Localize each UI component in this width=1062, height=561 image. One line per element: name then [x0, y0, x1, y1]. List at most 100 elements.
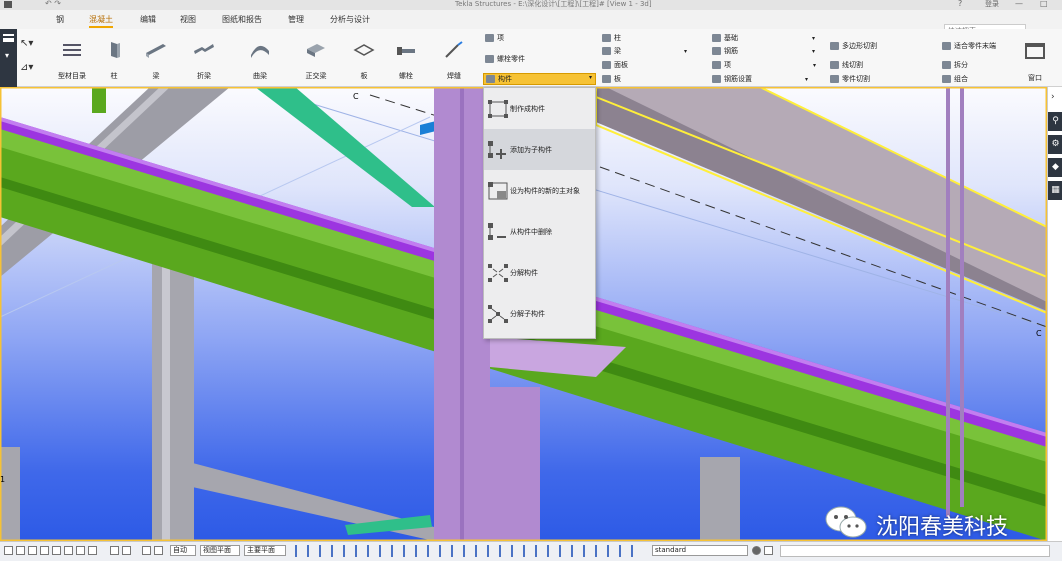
explode-subassembly-icon: [488, 305, 508, 323]
tab-concrete[interactable]: 混凝土: [89, 14, 113, 28]
ribbon-item-fit-part-end[interactable]: 适合零件末端: [942, 41, 996, 52]
polybeam-button[interactable]: 折梁: [184, 29, 224, 87]
tab-analysis-design[interactable]: 分析与设计: [330, 14, 370, 25]
menu-item-remove-from-assembly[interactable]: 从构件中删除: [484, 211, 595, 252]
assembly-dropdown-menu: 制作成构件 添加为子构件 设为构件的新的主对象 从构件中删除 分解构件 分解子构…: [483, 87, 596, 339]
ribbon-item-polygon-cut[interactable]: 多边形切割: [830, 41, 877, 52]
assembly-dropdown-button[interactable]: 构件 ▾: [483, 73, 596, 85]
record-icon[interactable]: [752, 546, 761, 555]
snap-status-bar: 自动 视图平面 主要平面 standard: [0, 541, 1062, 561]
tab-steel[interactable]: 钢: [56, 14, 64, 25]
tab-view[interactable]: 视图: [180, 14, 196, 25]
rebar-icon: [712, 47, 721, 55]
chevron-down-icon[interactable]: ▾: [5, 51, 9, 60]
profile-catalog-button[interactable]: 型材目录: [52, 29, 92, 87]
ribbon-item-bolt-part[interactable]: 螺栓零件: [485, 54, 525, 65]
applications-icon[interactable]: ▦: [1048, 181, 1062, 200]
profile-catalog-label: 型材目录: [58, 72, 86, 80]
ribbon-item-slab[interactable]: 板: [602, 74, 621, 85]
menu-item-label: 分解构件: [510, 269, 538, 277]
ribbon-item-split[interactable]: 拆分: [942, 60, 968, 71]
snap-toggle-icon[interactable]: [142, 546, 151, 555]
window-label: 窗口: [1028, 74, 1042, 82]
minimize-icon[interactable]: —: [1015, 0, 1023, 8]
ribbon-item-panel[interactable]: 面板: [602, 60, 628, 71]
ribbon-item-combine[interactable]: 组合: [942, 74, 968, 85]
snap-toggle-icon[interactable]: [764, 546, 773, 555]
ribbon-toolbar: 型材目录 柱 梁 折梁 曲梁 正交梁 板 螺栓 焊缝 项 螺栓零件 构件 ▾ 柱…: [0, 29, 1062, 87]
snap-toggle-icon[interactable]: [16, 546, 25, 555]
window-button[interactable]: 窗口: [1018, 33, 1052, 85]
menu-item-make-assembly[interactable]: 制作成构件: [484, 88, 595, 129]
login-button[interactable]: 登录: [985, 0, 999, 9]
profile-select[interactable]: standard: [652, 545, 748, 556]
ribbon-item-rebar-settings[interactable]: 钢筋设置 ▾: [712, 74, 808, 85]
menu-item-explode-assembly[interactable]: 分解构件: [484, 252, 595, 293]
cube-view-icon[interactable]: ◆: [1048, 158, 1062, 177]
tab-edit[interactable]: 编辑: [140, 14, 156, 25]
part-cut-icon: [830, 75, 839, 83]
tab-manage[interactable]: 管理: [288, 14, 304, 25]
hanger-rod: [946, 87, 950, 517]
ribbon-item-footing[interactable]: 基础 ▾: [712, 33, 815, 44]
snap-toggle-icon[interactable]: [88, 546, 97, 555]
chevron-down-icon: ▾: [588, 74, 592, 81]
selection-switch-icons[interactable]: [295, 545, 635, 557]
bolt-button[interactable]: 螺栓: [386, 29, 426, 87]
blue-connection-plate: [420, 121, 436, 135]
menu-item-explode-subassembly[interactable]: 分解子构件: [484, 293, 595, 334]
main-plane-select[interactable]: 主要平面: [244, 545, 286, 556]
ribbon-item-rebar[interactable]: 钢筋 ▾: [712, 46, 815, 57]
ribbon-item-part-cut[interactable]: 零件切割: [830, 74, 870, 85]
plate-button[interactable]: 板: [344, 29, 384, 87]
curved-beam-button[interactable]: 曲梁: [240, 29, 280, 87]
weld-label: 焊缝: [447, 72, 461, 80]
settings-gear-icon[interactable]: ⚙: [1048, 135, 1062, 154]
snap-toggle-icon[interactable]: [52, 546, 61, 555]
ribbon-item-concrete-column[interactable]: 柱: [602, 33, 621, 44]
snap-toggle-icon[interactable]: [76, 546, 85, 555]
ribbon-tabs: 钢 混凝土 编辑 视图 图纸和报告 管理 分析与设计: [0, 10, 1062, 37]
ribbon-item-project[interactable]: 项: [485, 33, 504, 44]
menu-item-add-subassembly[interactable]: 添加为子构件: [484, 129, 595, 170]
select-pointer-icon[interactable]: ↖▾: [20, 38, 33, 49]
menu-item-set-main-object[interactable]: 设为构件的新的主对象: [484, 170, 595, 211]
snap-toggle-icon[interactable]: [4, 546, 13, 555]
assembly-icon: [486, 75, 495, 83]
snap-tool-icon[interactable]: ⊿▾: [20, 62, 33, 73]
snap-toggle-icon[interactable]: [28, 546, 37, 555]
split-icon: [942, 61, 951, 69]
curved-beam-label: 曲梁: [253, 72, 267, 80]
weld-button[interactable]: 焊缝: [434, 29, 474, 87]
combine-icon: [942, 75, 951, 83]
view-plane-select[interactable]: 视图平面: [200, 545, 240, 556]
snap-mode-select[interactable]: 自动: [170, 545, 196, 556]
right-side-panel: › ⚲ ⚙ ◆ ▦: [1047, 87, 1062, 541]
concrete-column-icon: [602, 34, 611, 42]
remove-from-assembly-icon: [488, 223, 506, 240]
beam-button[interactable]: 梁: [136, 29, 176, 87]
help-icon[interactable]: ?: [958, 0, 962, 8]
snap-toggle-icon[interactable]: [122, 546, 131, 555]
column-label: 柱: [110, 72, 118, 80]
snap-toggle-icon[interactable]: [40, 546, 49, 555]
orthogonal-beam-button[interactable]: 正交梁: [296, 29, 336, 87]
property-panel-icon[interactable]: ⚲: [1048, 112, 1062, 131]
ribbon-item-rebar-item[interactable]: 项 ▾: [712, 60, 816, 71]
snap-toggle-icon[interactable]: [64, 546, 73, 555]
grid-label-1: 1: [0, 475, 6, 484]
chevron-right-icon[interactable]: ›: [1051, 92, 1055, 102]
column-button[interactable]: 柱: [94, 29, 134, 87]
purple-column-side: [490, 387, 540, 541]
curved-beam-icon: [251, 45, 269, 58]
undo-redo-icon[interactable]: ↶ ↷: [45, 0, 61, 8]
profile-catalog-icon: [63, 44, 81, 56]
snap-toggle-icon[interactable]: [154, 546, 163, 555]
maximize-icon[interactable]: □: [1040, 0, 1048, 8]
snap-toggle-icon[interactable]: [110, 546, 119, 555]
rebar-settings-icon: [712, 75, 721, 83]
ribbon-item-line-cut[interactable]: 线切割: [830, 60, 863, 71]
command-input[interactable]: [780, 545, 1050, 557]
tab-drawings-reports[interactable]: 图纸和报告: [222, 14, 262, 25]
ribbon-item-concrete-beam[interactable]: 梁 ▾: [602, 46, 687, 57]
